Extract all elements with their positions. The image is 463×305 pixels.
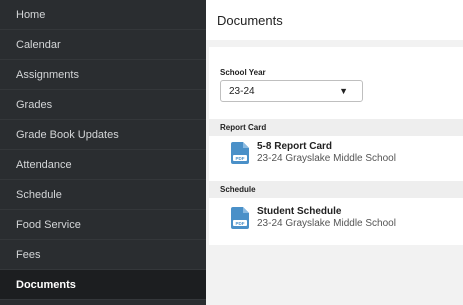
documents-panel: School Year 23-24 ▼ Report Card PDF 5-8 … bbox=[209, 47, 463, 245]
sidebar-item-attendance[interactable]: Attendance bbox=[0, 150, 206, 180]
svg-text:PDF: PDF bbox=[236, 156, 245, 161]
sidebar-item-grade-book-updates[interactable]: Grade Book Updates bbox=[0, 120, 206, 150]
sidebar-item-fees[interactable]: Fees bbox=[0, 240, 206, 270]
document-subtitle: 23-24 Grayslake Middle School bbox=[257, 153, 396, 164]
sidebar-item-assignments[interactable]: Assignments bbox=[0, 60, 206, 90]
sidebar-item-label: Food Service bbox=[16, 218, 81, 231]
school-year-value: 23-24 bbox=[229, 85, 255, 97]
sidebar-item-food-service[interactable]: Food Service bbox=[0, 210, 206, 240]
svg-text:PDF: PDF bbox=[236, 221, 245, 226]
sidebar-item-label: Fees bbox=[16, 248, 41, 261]
page-title: Documents bbox=[217, 12, 283, 28]
sidebar-item-label: Schedule bbox=[16, 188, 62, 201]
school-year-label: School Year bbox=[220, 68, 266, 77]
sidebar-item-label: Attendance bbox=[16, 158, 72, 171]
sidebar-item-label: Grade Book Updates bbox=[16, 128, 119, 141]
document-row-schedule[interactable]: PDF Student Schedule 23-24 Grayslake Mid… bbox=[209, 201, 463, 235]
sidebar-item-grades[interactable]: Grades bbox=[0, 90, 206, 120]
document-row-report-card[interactable]: PDF 5-8 Report Card 23-24 Grayslake Midd… bbox=[209, 136, 463, 170]
section-header-report-card: Report Card bbox=[209, 119, 463, 136]
sidebar-item-home[interactable]: Home bbox=[0, 0, 206, 30]
section-header-schedule: Schedule bbox=[209, 181, 463, 198]
sidebar-item-documents[interactable]: Documents bbox=[0, 270, 206, 300]
dropdown-arrow-icon: ▼ bbox=[339, 86, 348, 96]
document-subtitle: 23-24 Grayslake Middle School bbox=[257, 218, 396, 229]
sidebar-item-schedule[interactable]: Schedule bbox=[0, 180, 206, 210]
sidebar-nav: Home Calendar Assignments Grades Grade B… bbox=[0, 0, 206, 305]
sidebar-item-label: Documents bbox=[16, 278, 76, 291]
pdf-file-icon: PDF bbox=[231, 207, 249, 229]
pdf-file-icon: PDF bbox=[231, 142, 249, 164]
sidebar-item-label: Assignments bbox=[16, 68, 79, 81]
document-title[interactable]: Student Schedule bbox=[257, 206, 341, 217]
sidebar-item-label: Grades bbox=[16, 98, 53, 111]
main-content: Documents School Year 23-24 ▼ Report Car… bbox=[206, 0, 463, 305]
sidebar-item-label: Home bbox=[16, 8, 46, 21]
page-header: Documents bbox=[206, 0, 463, 40]
document-title[interactable]: 5-8 Report Card bbox=[257, 141, 332, 152]
school-year-select[interactable]: 23-24 ▼ bbox=[220, 80, 363, 102]
sidebar-item-label: Calendar bbox=[16, 38, 61, 51]
sidebar-item-calendar[interactable]: Calendar bbox=[0, 30, 206, 60]
